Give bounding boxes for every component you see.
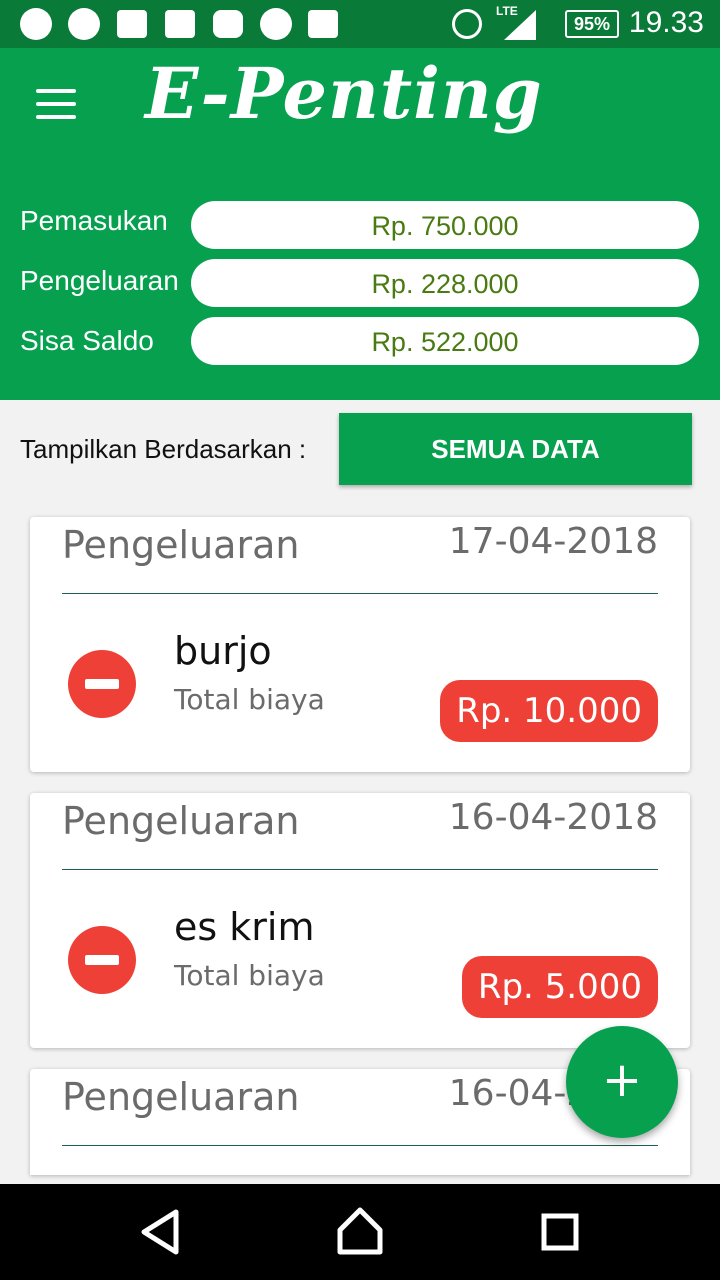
transaction-name: es krim <box>174 905 315 949</box>
transaction-type: Pengeluaran <box>62 799 300 843</box>
expense-value: Rp. 228.000 <box>191 259 699 307</box>
filter-label: Tampilkan Berdasarkan : <box>20 434 307 464</box>
divider <box>62 1145 658 1146</box>
instagram-icon <box>213 10 243 38</box>
whatsapp-icon <box>68 8 100 40</box>
transaction-date: 16-04-2018 <box>448 797 658 838</box>
expense-label: Pengeluaran <box>20 265 179 296</box>
balance-label: Sisa Saldo <box>20 325 154 356</box>
messenger-icon <box>260 8 292 40</box>
navigation-bar <box>0 1184 720 1280</box>
app-notification-icon <box>308 10 338 38</box>
amount-badge: Rp. 10.000 <box>440 680 658 742</box>
transaction-subtitle: Total biaya <box>174 683 325 716</box>
signal-icon <box>504 10 536 40</box>
divider <box>62 593 658 594</box>
transaction-subtitle: Total biaya <box>174 959 325 992</box>
transaction-type: Pengeluaran <box>62 1075 300 1119</box>
recents-icon[interactable] <box>532 1204 588 1260</box>
battery-indicator: 95% <box>565 10 619 38</box>
minus-circle-icon <box>68 926 136 994</box>
filter-button[interactable]: SEMUA DATA <box>339 413 692 485</box>
income-value: Rp. 750.000 <box>191 201 699 249</box>
minus-circle-icon <box>68 650 136 718</box>
income-label: Pemasukan <box>20 205 168 236</box>
message-icon <box>117 10 147 38</box>
transaction-name: burjo <box>174 629 272 673</box>
add-transaction-button[interactable]: + <box>566 1026 678 1138</box>
gallery-icon <box>165 10 195 38</box>
menu-icon[interactable] <box>36 89 76 119</box>
status-bar: LTE 95% 19.33 <box>0 0 720 48</box>
transaction-card[interactable]: Pengeluaran 16-04-2018 es krim Total bia… <box>30 793 690 1048</box>
transaction-type: Pengeluaran <box>62 523 300 567</box>
transaction-card[interactable]: Pengeluaran 17-04-2018 burjo Total biaya… <box>30 517 690 772</box>
clock: 19.33 <box>628 6 704 39</box>
divider <box>62 869 658 870</box>
alarm-icon <box>452 9 482 39</box>
amount-badge: Rp. 5.000 <box>461 956 658 1018</box>
telegram-icon <box>20 8 52 40</box>
transaction-date: 17-04-2018 <box>448 521 658 562</box>
back-icon[interactable] <box>132 1204 188 1260</box>
balance-value: Rp. 522.000 <box>191 317 699 365</box>
home-icon[interactable] <box>332 1204 388 1260</box>
app-logo: E-Penting <box>145 52 543 135</box>
